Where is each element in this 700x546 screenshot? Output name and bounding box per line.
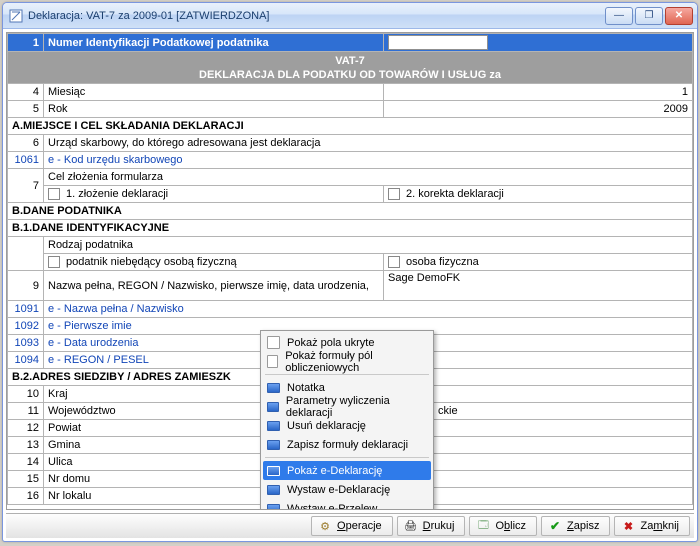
menu-issue-edeclaration[interactable]: Wystaw e-Deklarację [263,480,431,499]
row-month: 4 Miesiąc 1 [8,84,693,101]
print-icon [404,519,418,533]
menu-separator [265,457,429,458]
action-icon [267,504,280,511]
menu-show-formulas[interactable]: Pokaż formuły pól obliczeniowych [263,352,431,371]
checkbox-icon [267,355,278,368]
row-taxpayer-type-opts: podatnik niebędący osobą fizyczną osoba … [8,254,693,271]
close-form-button[interactable]: ZamknijZamknij [614,516,690,536]
print-button[interactable]: DrukujDrukuj [397,516,466,536]
checkbox-icon [267,336,280,349]
checkbox-not-individual[interactable] [48,256,60,268]
field-label: Numer Identyfikacji Podatkowej podatnika [44,34,384,52]
close-icon [621,519,635,533]
checkbox-submit[interactable] [48,188,60,200]
minimize-button[interactable]: — [605,7,633,25]
form-subtitle: DEKLARACJA DLA PODATKU OD TOWARÓW I USŁU… [12,68,688,82]
row-tax-office: 6 Urząd skarbowy, do którego adresowana … [8,135,693,152]
titlebar[interactable]: Deklaracja: VAT-7 za 2009-01 [ZATWIERDZO… [3,3,697,29]
row-purpose-opts: 1. złożenie deklaracji 2. korekta deklar… [8,186,693,203]
field-value[interactable]: 000-000-00-00 [384,34,693,52]
action-icon [267,466,280,476]
maximize-button[interactable]: ❐ [635,7,663,25]
checkbox-correction[interactable] [388,188,400,200]
row-purpose-label: 7 Cel złożenia formularza [8,169,693,186]
checkbox-individual[interactable] [388,256,400,268]
section-b1: B.1.DANE IDENTYFIKACYJNE [8,220,693,237]
action-icon [267,485,280,495]
window-title: Deklaracja: VAT-7 za 2009-01 [ZATWIERDZO… [28,10,605,22]
form-title: VAT-7 [12,54,688,68]
action-icon [267,440,280,450]
form-content: 1 Numer Identyfikacji Podatkowej podatni… [6,32,694,510]
menu-issue-etransfer[interactable]: Wystaw e-Przelew [263,499,431,510]
row-nip: 1 Numer Identyfikacji Podatkowej podatni… [8,34,693,52]
menu-save-formulas[interactable]: Zapisz formuły deklaracji [263,435,431,454]
app-window: Deklaracja: VAT-7 za 2009-01 [ZATWIERDZO… [2,2,698,542]
action-icon [267,402,279,412]
row-fullname: 9 Nazwa pełna, REGON / Nazwisko, pierwsz… [8,271,693,301]
bottom-toolbar: OOperacjeperacje DrukujDrukuj ObliczObli… [6,513,694,538]
calculate-button[interactable]: ObliczOblicz [469,516,537,536]
app-icon [9,9,23,23]
menu-params[interactable]: Parametry wyliczenia deklaracji [263,397,431,416]
gear-icon [318,519,332,533]
section-a: A.MIEJSCE I CEL SKŁADANIA DEKLARACJI [8,118,693,135]
close-button[interactable]: ✕ [665,7,693,25]
check-icon [548,519,562,533]
row-year: 5 Rok 2009 [8,101,693,118]
action-icon [267,421,280,431]
menu-separator [265,374,429,375]
menu-delete[interactable]: Usuń deklarację [263,416,431,435]
row-office-code: 1061 e - Kod urzędu skarbowego [8,152,693,169]
header-row: VAT-7 DEKLARACJA DLA PODATKU OD TOWARÓW … [8,52,693,84]
operations-button[interactable]: OOperacjeperacje [311,516,393,536]
save-button[interactable]: ZapiszZapisz [541,516,610,536]
row-e-fullname: 1091e - Nazwa pełna / Nazwisko [8,301,693,318]
calculate-icon [476,519,490,533]
section-b: B.DANE PODATNIKA [8,203,693,220]
field-num: 1 [8,34,44,52]
action-icon [267,383,280,393]
menu-show-edeclaration[interactable]: Pokaż e-Deklarację [263,461,431,480]
row-taxpayer-type-label: Rodzaj podatnika [8,237,693,254]
context-menu[interactable]: Pokaż pola ukryte Pokaż formuły pól obli… [260,330,434,510]
window-controls: — ❐ ✕ [605,7,693,25]
